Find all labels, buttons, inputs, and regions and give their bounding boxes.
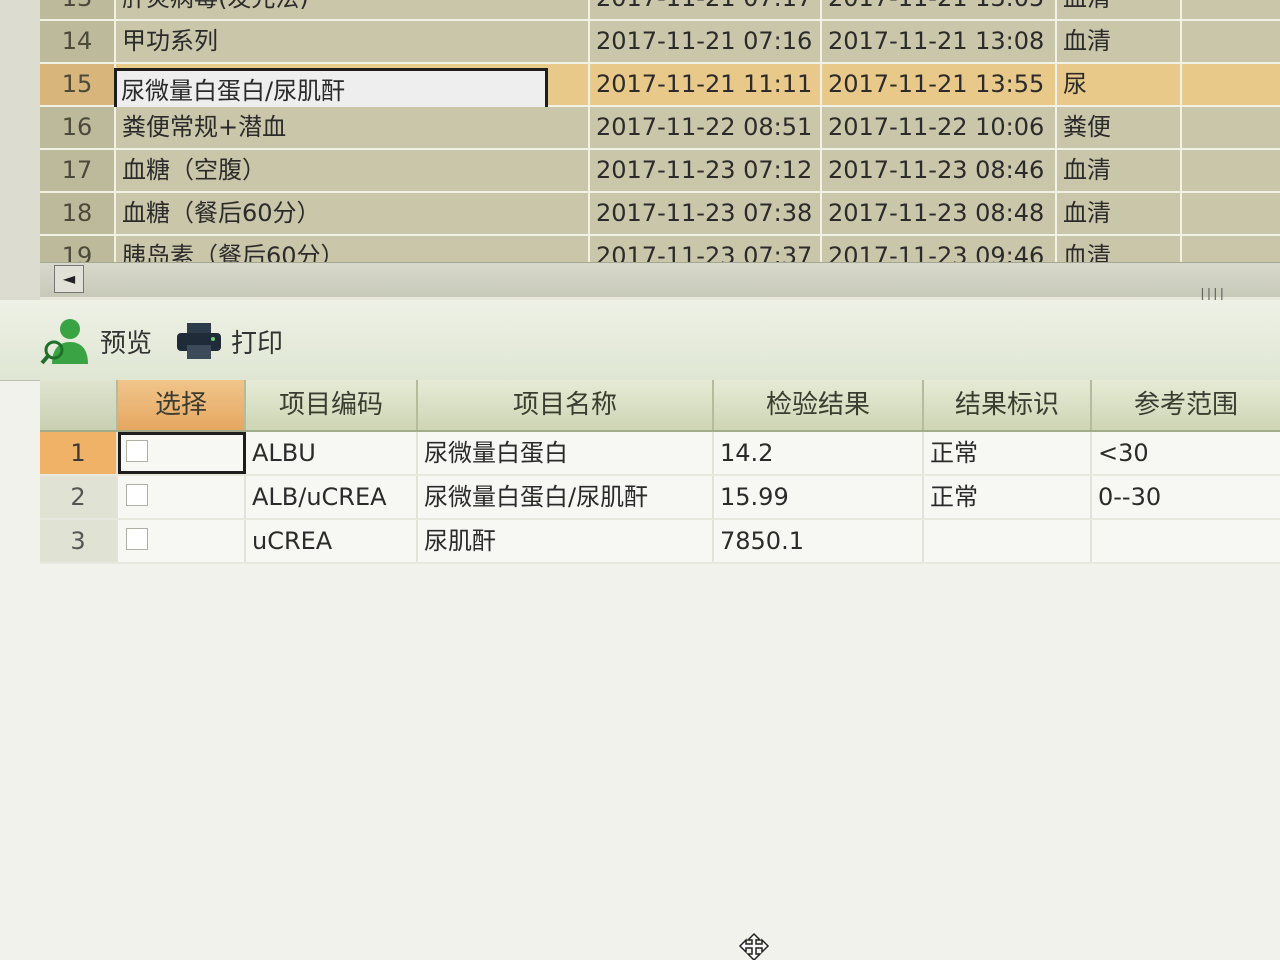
test-result[interactable]: 7850.1 bbox=[714, 520, 924, 562]
result-row[interactable]: 1 ALBU 尿微量白蛋白 14.2 正常 <30 bbox=[40, 432, 1280, 476]
row-number: 2 bbox=[40, 476, 118, 518]
header-flag[interactable]: 结果标识 bbox=[924, 380, 1092, 430]
reference-range[interactable] bbox=[1092, 520, 1280, 562]
collect-time[interactable]: 2017-11-23 07:12 bbox=[590, 150, 822, 191]
extra-cell[interactable] bbox=[1182, 193, 1280, 234]
extra-cell[interactable] bbox=[1182, 0, 1280, 19]
item-code[interactable]: uCREA bbox=[246, 520, 418, 562]
row-number: 16 bbox=[40, 107, 116, 148]
result-row[interactable]: 2 ALB/uCREA 尿微量白蛋白/尿肌酐 15.99 正常 0--30 bbox=[40, 476, 1280, 520]
result-flag[interactable] bbox=[924, 520, 1092, 562]
test-name[interactable]: 甲功系列 bbox=[116, 21, 590, 62]
report-time[interactable]: 2017-11-21 13:55 bbox=[822, 64, 1057, 105]
test-result[interactable]: 14.2 bbox=[714, 432, 924, 474]
header-name[interactable]: 项目名称 bbox=[418, 380, 714, 430]
result-flag[interactable]: 正常 bbox=[924, 476, 1092, 518]
result-row[interactable]: 3 uCREA 尿肌酐 7850.1 bbox=[40, 520, 1280, 564]
row-number: 14 bbox=[40, 21, 116, 62]
collect-time[interactable]: 2017-11-22 08:51 bbox=[590, 107, 822, 148]
test-name[interactable]: 血糖（空腹） bbox=[116, 150, 590, 191]
test-name[interactable]: 肝炎病毒(发光法) bbox=[116, 0, 590, 19]
print-label: 打印 bbox=[231, 328, 284, 359]
sample-type[interactable]: 血清 bbox=[1057, 193, 1182, 234]
result-toolbar: 预览 打印 bbox=[0, 300, 1280, 381]
select-cell[interactable] bbox=[118, 432, 246, 474]
test-result[interactable]: 15.99 bbox=[714, 476, 924, 518]
request-row[interactable]: 14 甲功系列 2017-11-21 07:16 2017-11-21 13:0… bbox=[40, 21, 1280, 64]
result-grid-header: 选择 项目编码 项目名称 检验结果 结果标识 参考范围 bbox=[40, 380, 1280, 432]
item-code[interactable]: ALB/uCREA bbox=[246, 476, 418, 518]
header-code[interactable]: 项目编码 bbox=[246, 380, 418, 430]
select-cell[interactable] bbox=[118, 476, 246, 518]
row-number: 13 bbox=[40, 0, 116, 19]
focused-cell-text: 尿微量白蛋白/尿肌酐 bbox=[121, 77, 346, 105]
sample-type[interactable]: 尿 bbox=[1057, 64, 1182, 105]
collect-time[interactable]: 2017-11-21 07:16 bbox=[590, 21, 822, 62]
printer-icon bbox=[177, 323, 221, 359]
sample-type[interactable]: 血清 bbox=[1057, 21, 1182, 62]
preview-button[interactable]: 预览 bbox=[40, 316, 152, 366]
result-flag[interactable]: 正常 bbox=[924, 432, 1092, 474]
sample-type[interactable]: 血清 bbox=[1057, 0, 1182, 19]
report-time[interactable]: 2017-11-23 08:48 bbox=[822, 193, 1057, 234]
request-row[interactable]: 16 粪便常规+潜血 2017-11-22 08:51 2017-11-22 1… bbox=[40, 107, 1280, 150]
reference-range[interactable]: 0--30 bbox=[1092, 476, 1280, 518]
test-name[interactable]: 血糖（餐后60分） bbox=[116, 193, 590, 234]
request-list-grid: 13 肝炎病毒(发光法) 2017-11-21 07:17 2017-11-21… bbox=[0, 0, 1280, 300]
result-grid: 选择 项目编码 项目名称 检验结果 结果标识 参考范围 1 ALBU 尿微量白蛋… bbox=[40, 380, 1280, 564]
select-checkbox[interactable] bbox=[126, 440, 148, 462]
extra-cell[interactable] bbox=[1182, 64, 1280, 105]
request-row[interactable]: 17 血糖（空腹） 2017-11-23 07:12 2017-11-23 08… bbox=[40, 150, 1280, 193]
item-code[interactable]: ALBU bbox=[246, 432, 418, 474]
row-number: 17 bbox=[40, 150, 116, 191]
preview-label: 预览 bbox=[100, 328, 153, 359]
header-reference[interactable]: 参考范围 bbox=[1092, 380, 1280, 430]
request-row[interactable]: 18 血糖（餐后60分） 2017-11-23 07:38 2017-11-23… bbox=[40, 193, 1280, 236]
report-time[interactable]: 2017-11-21 13:08 bbox=[822, 21, 1057, 62]
report-time[interactable]: 2017-11-21 13:05 bbox=[822, 0, 1057, 19]
select-all-corner[interactable] bbox=[40, 380, 118, 430]
print-button[interactable]: 打印 bbox=[175, 316, 283, 366]
reference-range[interactable]: <30 bbox=[1092, 432, 1280, 474]
sample-type[interactable]: 血清 bbox=[1057, 150, 1182, 191]
row-number: 15 bbox=[40, 64, 116, 105]
extra-cell[interactable] bbox=[1182, 150, 1280, 191]
report-time[interactable]: 2017-11-23 08:46 bbox=[822, 150, 1057, 191]
header-select[interactable]: 选择 bbox=[118, 380, 246, 430]
move-cursor-icon bbox=[738, 932, 770, 960]
item-name[interactable]: 尿微量白蛋白 bbox=[418, 432, 714, 474]
grid-left-gutter bbox=[0, 0, 40, 300]
item-name[interactable]: 尿微量白蛋白/尿肌酐 bbox=[418, 476, 714, 518]
sample-type[interactable]: 粪便 bbox=[1057, 107, 1182, 148]
resize-grip-icon[interactable]: |||| bbox=[1198, 287, 1226, 300]
extra-cell[interactable] bbox=[1182, 21, 1280, 62]
test-name[interactable]: 粪便常规+潜血 bbox=[116, 107, 590, 148]
extra-cell[interactable] bbox=[1182, 107, 1280, 148]
row-number: 3 bbox=[40, 520, 118, 562]
collect-time[interactable]: 2017-11-21 07:17 bbox=[590, 0, 822, 19]
row-number: 1 bbox=[40, 432, 118, 474]
scroll-left-arrow-icon[interactable]: ◄ bbox=[54, 265, 84, 293]
collect-time[interactable]: 2017-11-21 11:11 bbox=[590, 64, 822, 105]
horizontal-scrollbar[interactable]: ◄ |||| bbox=[40, 262, 1280, 300]
select-checkbox[interactable] bbox=[126, 528, 148, 550]
select-checkbox[interactable] bbox=[126, 484, 148, 506]
user-search-icon bbox=[40, 319, 88, 365]
report-time[interactable]: 2017-11-22 10:06 bbox=[822, 107, 1057, 148]
collect-time[interactable]: 2017-11-23 07:38 bbox=[590, 193, 822, 234]
item-name[interactable]: 尿肌酐 bbox=[418, 520, 714, 562]
request-row[interactable]: 13 肝炎病毒(发光法) 2017-11-21 07:17 2017-11-21… bbox=[40, 0, 1280, 21]
row-number: 18 bbox=[40, 193, 116, 234]
select-cell[interactable] bbox=[118, 520, 246, 562]
header-result[interactable]: 检验结果 bbox=[714, 380, 924, 430]
